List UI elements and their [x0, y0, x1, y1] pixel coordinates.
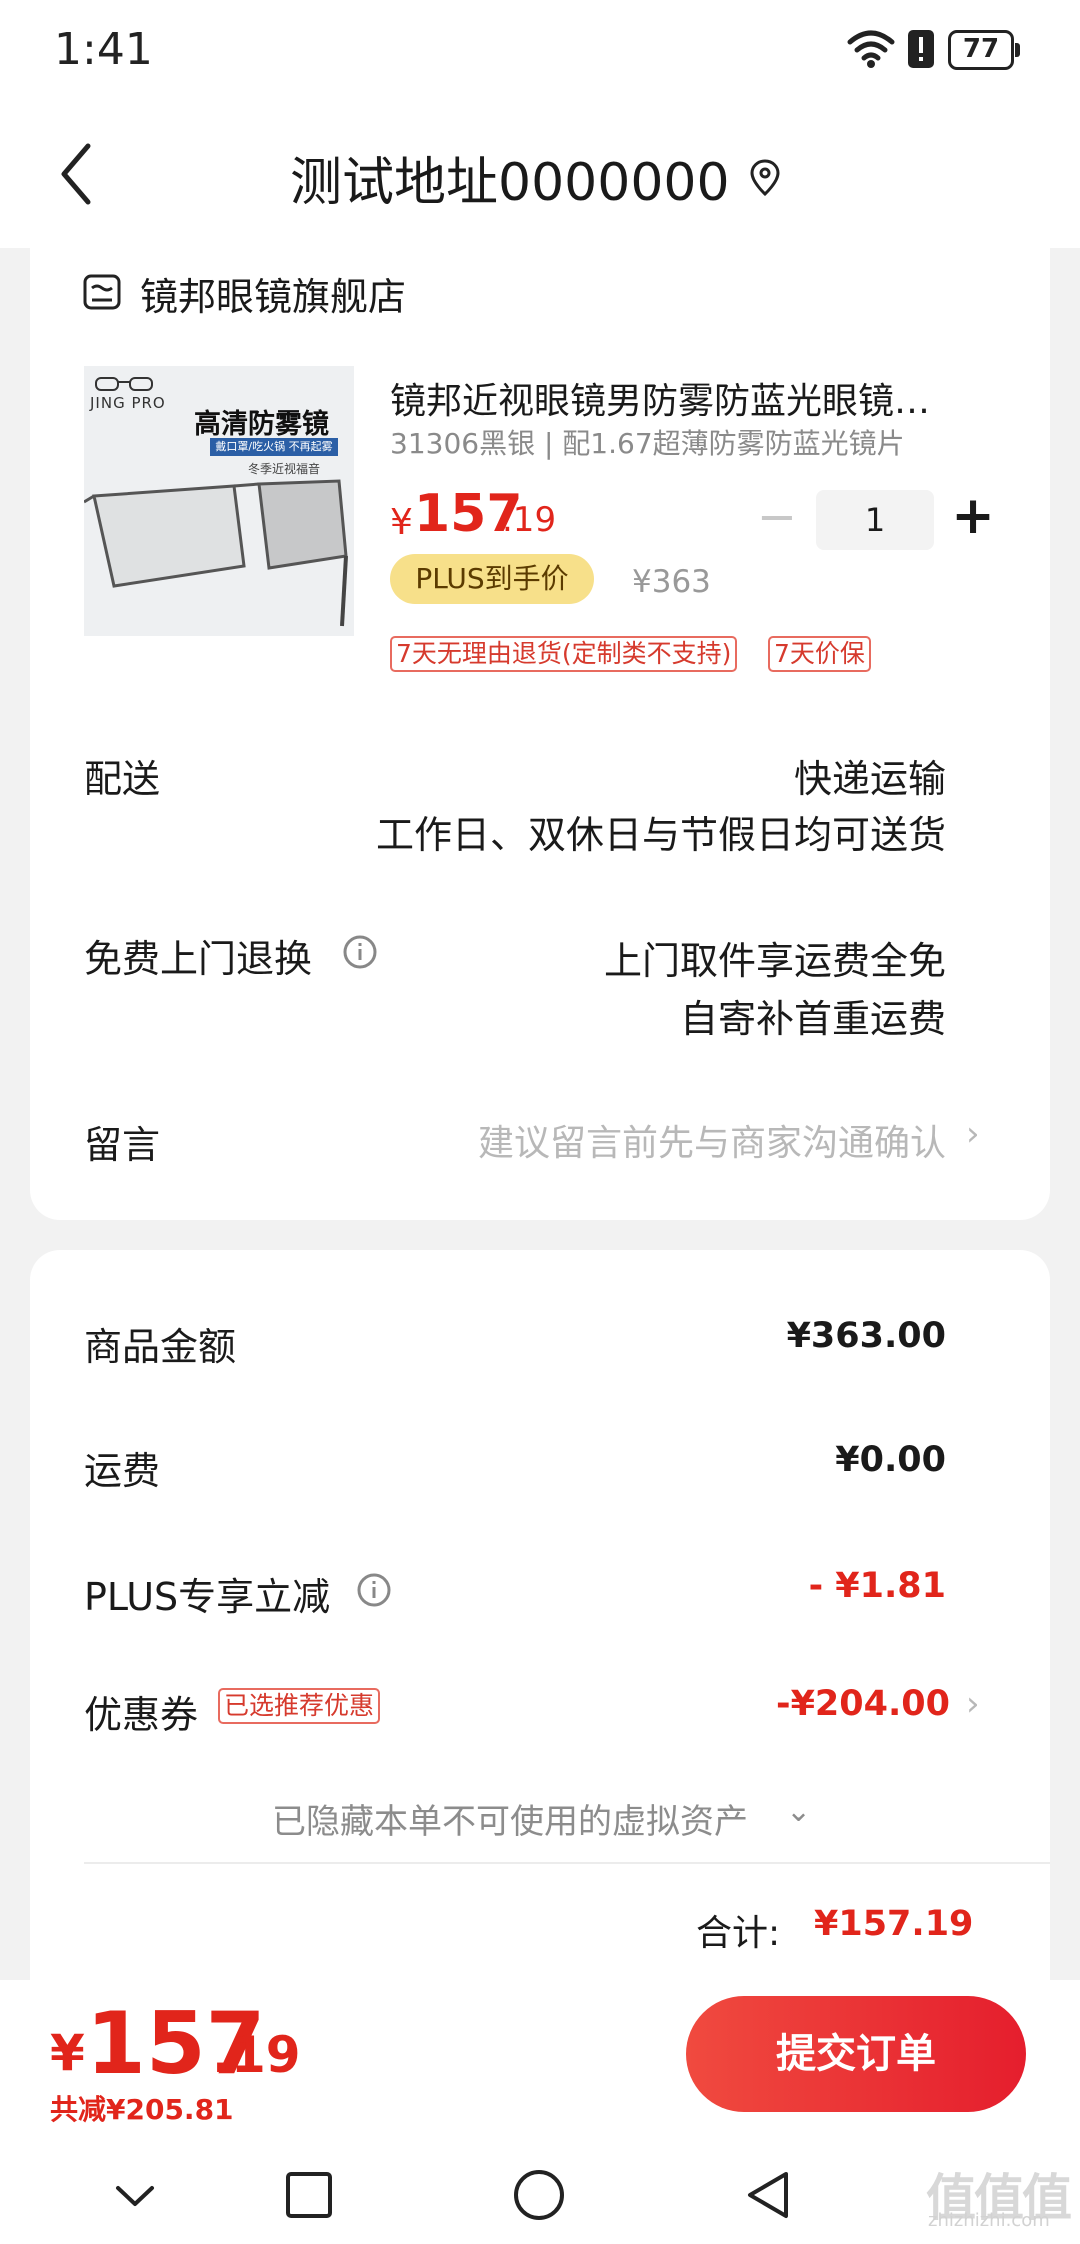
product-image[interactable]: JING PRO 高清防雾镜 戴口罩/吃火锅 不再起雾 冬季近视福音: [84, 366, 354, 636]
coupon-value[interactable]: -¥204.00: [776, 1684, 950, 1724]
goods-amount-value: ¥363.00: [786, 1316, 946, 1356]
shipping-fee-label: 运费: [84, 1449, 161, 1493]
shipping-fee-value: ¥0.00: [835, 1440, 946, 1480]
original-price: ¥363: [632, 564, 711, 600]
image-headline: 高清防雾镜: [194, 409, 329, 440]
battery-level: 77: [962, 34, 1000, 64]
free-return-line1: 上门取件享运费全免: [603, 939, 946, 983]
quantity-decrease-button[interactable]: −: [754, 493, 800, 544]
hidden-assets-toggle[interactable]: 已隐藏本单不可使用的虚拟资产: [272, 1794, 748, 1843]
quantity-increase-button[interactable]: +: [948, 490, 998, 546]
delivery-note: 工作日、双休日与节假日均可送货: [375, 813, 946, 857]
product-title[interactable]: 镜邦近视眼镜男防雾防蓝光眼镜…: [390, 372, 990, 424]
price-symbol: ¥: [390, 502, 413, 543]
chevron-right-icon[interactable]: ›: [966, 1114, 980, 1154]
coupon-recommended-tag: 已选推荐优惠: [218, 1688, 381, 1724]
quantity-input[interactable]: 1: [816, 490, 934, 550]
nav-down-icon[interactable]: [100, 2160, 170, 2230]
plus-discount-value: - ¥1.81: [808, 1566, 946, 1606]
battery-icon: 77: [948, 30, 1020, 70]
image-brand-text: JING PRO: [90, 394, 166, 412]
glasses-frame-illustration: [84, 479, 348, 627]
page-title[interactable]: 测试地址0000000: [290, 140, 730, 215]
delivery-label: 配送: [84, 757, 161, 801]
coupon-label: 优惠券: [84, 1693, 199, 1737]
location-pin-icon[interactable]: [748, 158, 782, 198]
glasses-logo-icon: [95, 377, 153, 391]
submit-order-button[interactable]: 提交订单: [686, 1996, 1026, 2112]
plus-price-badge: PLUS到手价: [390, 554, 594, 604]
store-icon: [83, 274, 121, 310]
total-label: 合计:: [696, 1913, 781, 1954]
nav-back-icon[interactable]: [734, 2160, 804, 2230]
divider: [84, 1862, 1050, 1864]
info-icon[interactable]: [356, 1572, 392, 1608]
delivery-method[interactable]: 快递运输: [794, 748, 946, 803]
product-spec: 31306黑银 | 配1.67超薄防雾防蓝光镜片: [390, 427, 905, 460]
nav-recent-icon[interactable]: [274, 2160, 344, 2230]
alert-icon: [908, 30, 934, 68]
image-subtext: 冬季近视福音: [248, 462, 321, 476]
message-input[interactable]: 建议留言前先与商家沟通确认: [478, 1114, 946, 1166]
chevron-down-icon[interactable]: ⌄: [786, 1794, 811, 1829]
price-protect-tag: 7天价保: [768, 636, 871, 672]
store-name[interactable]: 镜邦眼镜旗舰店: [140, 266, 406, 321]
chevron-right-icon[interactable]: ›: [966, 1684, 980, 1724]
return-policy-tag: 7天无理由退货(定制类不支持): [390, 636, 738, 672]
status-time: 1:41: [54, 24, 153, 75]
total-value: ¥157.19: [814, 1904, 974, 1944]
watermark-url: zhizhizhi.com: [928, 2210, 1050, 2231]
nav-home-icon[interactable]: [504, 2160, 574, 2230]
plus-discount-label: PLUS专享立减: [84, 1575, 331, 1619]
pay-price-decimal: .19: [212, 2026, 301, 2084]
info-icon[interactable]: [342, 934, 378, 970]
price-decimal: .19: [502, 500, 557, 540]
total-saved-text: 共减¥205.81: [50, 2093, 234, 2126]
image-tagbar: 戴口罩/吃火锅 不再起雾: [210, 438, 338, 456]
free-return-line2: 自寄补首重运费: [679, 997, 946, 1041]
free-return-label: 免费上门退换: [84, 937, 313, 981]
pay-price-symbol: ¥: [50, 2024, 85, 2082]
message-label: 留言: [84, 1123, 161, 1167]
goods-amount-label: 商品金额: [84, 1325, 237, 1369]
wifi-icon: [847, 30, 895, 68]
back-icon[interactable]: [56, 140, 96, 208]
